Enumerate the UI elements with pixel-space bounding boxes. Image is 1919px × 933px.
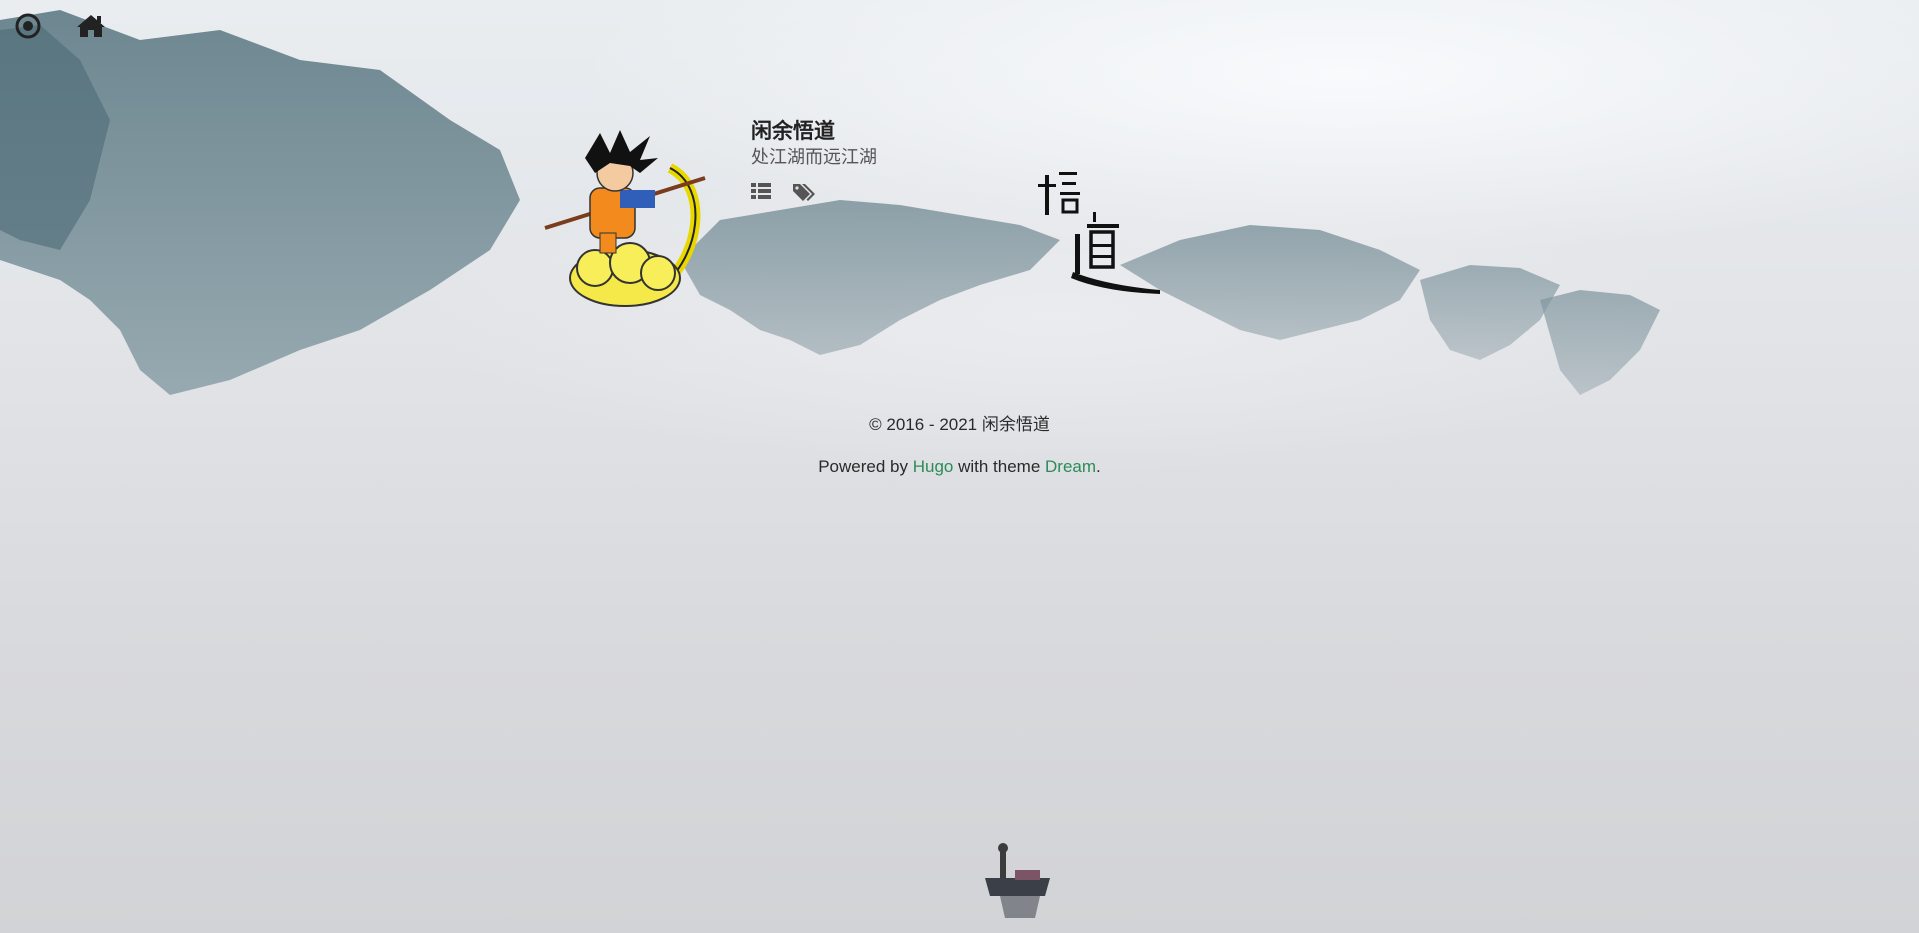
boat-with-figure bbox=[985, 843, 1050, 918]
menu-button[interactable] bbox=[12, 10, 44, 42]
theme-text: with theme bbox=[953, 457, 1046, 476]
avatar[interactable] bbox=[540, 128, 710, 308]
dream-theme-link[interactable]: Dream bbox=[1045, 457, 1096, 476]
powered-by-line: Powered by Hugo with theme Dream. bbox=[0, 454, 1919, 480]
home-icon bbox=[77, 15, 105, 37]
powered-by-prefix: Powered by bbox=[818, 457, 913, 476]
calligraphy-logo bbox=[1038, 172, 1160, 294]
period: . bbox=[1096, 457, 1101, 476]
list-icon bbox=[751, 183, 771, 199]
site-header: 闲余悟道 处江湖而远江湖 bbox=[540, 118, 1190, 308]
site-subtitle: 处江湖而远江湖 bbox=[751, 147, 877, 168]
circle-target-icon bbox=[15, 13, 41, 39]
site-info: 闲余悟道 处江湖而远江湖 bbox=[751, 118, 877, 204]
categories-link[interactable] bbox=[751, 182, 773, 204]
hugo-link[interactable]: Hugo bbox=[913, 457, 954, 476]
site-footer: © 2016 - 2021 闲余悟道 Powered by Hugo with … bbox=[0, 412, 1919, 496]
quick-links bbox=[751, 182, 877, 204]
tags-icon bbox=[793, 184, 815, 201]
home-button[interactable] bbox=[75, 10, 107, 42]
site-title[interactable]: 闲余悟道 bbox=[751, 118, 877, 144]
copyright-text: © 2016 - 2021 闲余悟道 bbox=[869, 415, 1050, 434]
top-navigation bbox=[0, 0, 200, 50]
tags-link[interactable] bbox=[793, 182, 815, 204]
